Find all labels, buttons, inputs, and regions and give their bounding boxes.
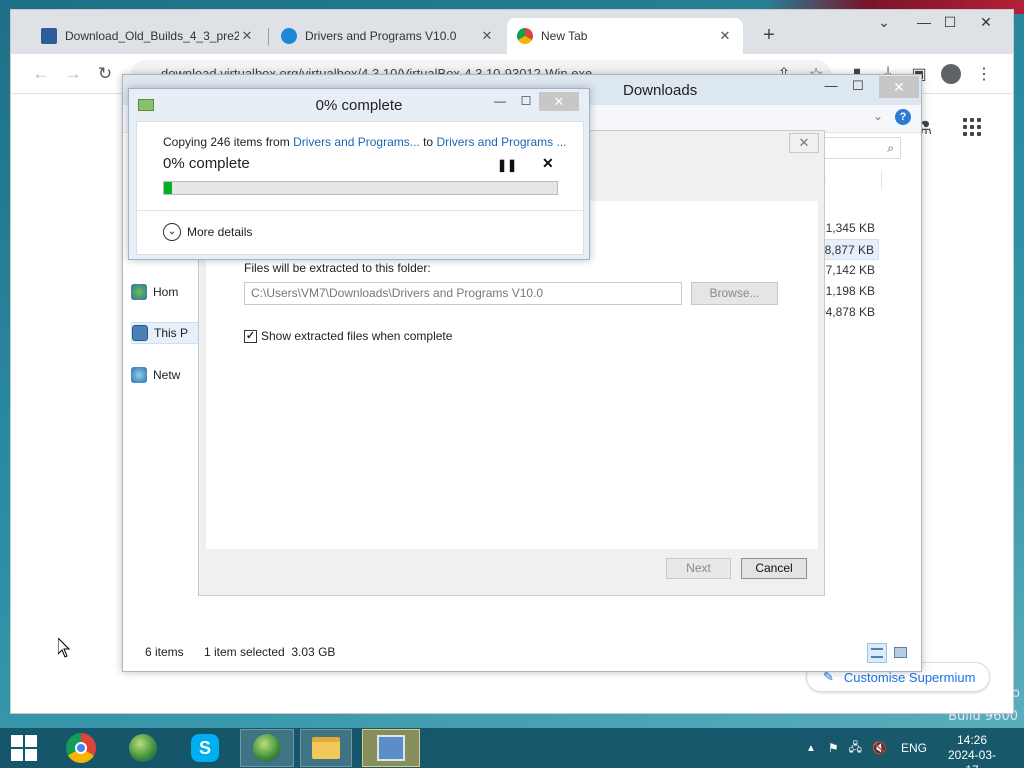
status-bar: 6 items 1 item selected 3.03 GB	[123, 635, 921, 671]
forward-button[interactable]: →	[61, 64, 85, 84]
status-item-count: 6 items	[145, 645, 184, 659]
explorer-title: Downloads	[623, 82, 698, 99]
minimize-button[interactable]: —	[488, 94, 512, 108]
maximize-button[interactable]: ☐	[845, 78, 871, 94]
clock-date: 2024-03-17	[947, 748, 997, 768]
search-icon: ⌕	[887, 141, 894, 155]
nav-item-label: Netw	[153, 368, 181, 382]
help-icon[interactable]: ?	[895, 109, 911, 125]
globe-icon	[253, 734, 281, 762]
checkbox-checkmark-icon[interactable]: ✓	[244, 329, 257, 343]
globe-icon	[129, 734, 157, 762]
close-icon[interactable]: ✕	[717, 28, 733, 44]
details-view-button[interactable]	[867, 643, 887, 663]
this-pc-icon	[132, 325, 148, 341]
installer-icon	[377, 735, 405, 761]
new-tab-button[interactable]: +	[759, 24, 779, 47]
close-button[interactable]: ✕	[969, 14, 1003, 31]
back-button[interactable]: ←	[29, 64, 53, 84]
wizard-footer: Next Cancel	[206, 549, 818, 589]
homegroup-icon	[131, 284, 147, 300]
apps-grid-icon[interactable]	[963, 118, 981, 136]
chrome-icon	[66, 733, 96, 763]
taskbar-setup[interactable]	[362, 729, 420, 767]
copy-to-word: to	[419, 135, 437, 149]
next-button[interactable]: Next	[666, 558, 731, 579]
virtualbox-icon	[41, 28, 57, 44]
language-indicator[interactable]: ENG	[901, 741, 927, 755]
ribbon-expand-chevron-icon[interactable]: ⌄	[873, 109, 883, 123]
taskbar-file-explorer[interactable]	[300, 729, 352, 767]
search-input[interactable]: ⌕	[813, 137, 901, 159]
tab-strip: Download_Old_Builds_4_3_pre2 ✕ Drivers a…	[11, 10, 1013, 54]
nav-item-label: This P	[154, 326, 189, 340]
reload-button[interactable]: ↻	[93, 64, 117, 84]
nav-item-label: Hom	[153, 285, 179, 299]
tab-drivers-and-programs[interactable]: Drivers and Programs V10.0 ✕	[271, 18, 505, 54]
taskbar-browser[interactable]	[240, 729, 294, 767]
source-link[interactable]: Drivers and Programs...	[293, 135, 420, 149]
start-button[interactable]	[4, 729, 44, 767]
close-button[interactable]: ✕	[539, 92, 579, 111]
show-hidden-icons-icon[interactable]: ▲	[806, 743, 816, 754]
profile-avatar[interactable]	[941, 64, 961, 84]
progress-bar	[163, 181, 558, 195]
large-icons-view-icon	[894, 647, 907, 658]
copy-description: Copying 246 items from Drivers and Progr…	[163, 135, 567, 149]
taskbar-network-app[interactable]	[123, 729, 163, 767]
checkbox-label: Show extracted files when complete	[261, 329, 453, 343]
minimize-button[interactable]: —	[818, 78, 844, 93]
clock[interactable]: 14:26 2024-03-17	[944, 733, 1000, 768]
wizard-close-button[interactable]: ✕	[789, 133, 819, 153]
large-icons-view-button[interactable]	[891, 643, 911, 663]
skype-icon: S	[191, 734, 219, 762]
progress-body: Copying 246 items from Drivers and Progr…	[136, 121, 584, 255]
close-button[interactable]: ✕	[879, 76, 919, 98]
tab-title: New Tab	[541, 29, 588, 43]
windows-logo-icon	[11, 735, 37, 761]
browse-button[interactable]: Browse...	[691, 282, 778, 305]
tab-title: Download_Old_Builds_4_3_pre2	[65, 29, 239, 43]
tab-new-tab[interactable]: New Tab ✕	[507, 18, 743, 54]
show-files-checkbox[interactable]: ✓ Show extracted files when complete	[244, 329, 452, 343]
close-icon[interactable]: ✕	[239, 28, 255, 44]
taskbar-chrome[interactable]	[61, 729, 101, 767]
progress-bar-fill	[164, 182, 172, 194]
clock-time: 14:26	[956, 733, 988, 747]
tab-search-chevron-icon[interactable]: ⌄	[867, 14, 901, 31]
maximize-button[interactable]: ☐	[514, 94, 538, 108]
tab-title: Drivers and Programs V10.0	[305, 29, 457, 43]
copy-prefix: Copying 246 items from	[163, 135, 294, 149]
taskbar: S ▲ ⚑ 🖧 🔇 ENG 14:26 2024-03-17	[0, 728, 1024, 768]
details-view-icon	[871, 648, 883, 658]
status-selection: 1 item selected 3.03 GB	[204, 645, 336, 659]
taskbar-skype[interactable]: S	[185, 729, 225, 767]
tab-separator	[268, 28, 269, 46]
folder-icon	[312, 737, 340, 759]
divider	[137, 210, 583, 211]
more-details-label: More details	[187, 225, 253, 239]
column-divider	[881, 171, 882, 189]
tab-download-old-builds[interactable]: Download_Old_Builds_4_3_pre2 ✕	[31, 18, 265, 54]
edge-icon	[281, 28, 297, 44]
menu-icon[interactable]: ⋮	[973, 64, 995, 84]
copy-progress-dialog: 0% complete — ☐ ✕ Copying 246 items from…	[128, 88, 590, 260]
system-tray: ▲ ⚑ 🖧 🔇 ENG	[806, 728, 927, 768]
maximize-button[interactable]: ☐	[933, 14, 967, 31]
network-icon	[131, 367, 147, 383]
volume-muted-icon[interactable]: 🔇	[872, 741, 887, 755]
destination-link[interactable]: Drivers and Programs ...	[436, 135, 566, 149]
pause-icon[interactable]: ❚❚	[497, 158, 517, 172]
cancel-button[interactable]: Cancel	[741, 558, 807, 579]
close-icon[interactable]: ✕	[479, 28, 495, 44]
more-details-button[interactable]: ⌄ More details	[163, 223, 252, 241]
destination-path-field[interactable]: C:\Users\VM7\Downloads\Drivers and Progr…	[244, 282, 682, 305]
chevron-down-icon: ⌄	[163, 223, 181, 241]
network-status-icon[interactable]: 🖧	[849, 738, 862, 759]
cancel-copy-icon[interactable]: ✕	[542, 155, 554, 172]
destination-label: Files will be extracted to this folder:	[244, 261, 431, 275]
chrome-icon	[517, 28, 533, 44]
flag-icon[interactable]: ⚑	[828, 741, 839, 755]
percent-complete: 0% complete	[163, 155, 250, 172]
